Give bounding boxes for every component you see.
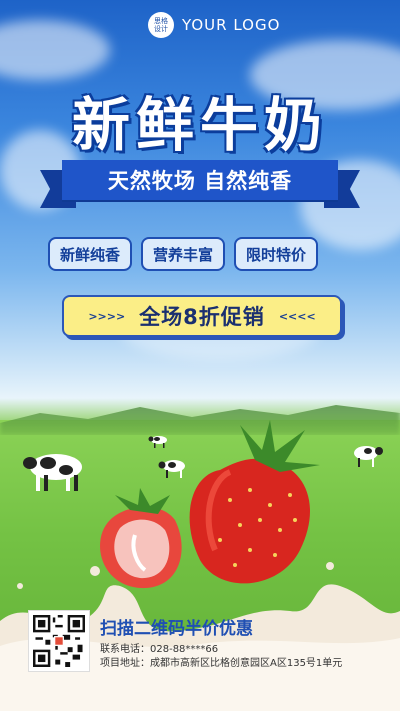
tag-nutrition: 营养丰富 — [141, 237, 226, 271]
promo-arrows-left: >>>> — [88, 309, 126, 323]
ribbon-text: 天然牧场 自然纯香 — [62, 160, 338, 200]
tag-fresh: 新鲜纯香 — [48, 237, 133, 271]
ribbon-banner: 天然牧场 自然纯香 — [40, 160, 360, 208]
contact-address: 项目地址：成都市高新区比格创意园区A区135号1单元 — [100, 658, 343, 669]
page-title: 新鲜牛奶 — [71, 91, 328, 159]
feature-tags: 新鲜纯香 营养丰富 限时特价 — [48, 237, 319, 271]
qr-code[interactable] — [28, 610, 90, 672]
brand-logo: 思格 设计 YOUR LOGO — [148, 12, 280, 38]
contact-info: 扫描二维码半价优惠 联系电话：028-88****66 项目地址：成都市高新区比… — [100, 610, 342, 672]
promo-arrows-right: <<<< — [278, 309, 316, 323]
logo-text: YOUR LOGO — [182, 16, 281, 34]
tag-special-price: 限时特价 — [234, 237, 319, 271]
promo-text: 全场8折促销 — [139, 305, 265, 329]
promo-banner[interactable]: >>>> 全场8折促销 <<<< — [62, 295, 342, 337]
contact-phone: 联系电话：028-88****66 — [100, 644, 219, 655]
qr-code-icon — [33, 615, 85, 667]
logo-badge: 思格 设计 — [148, 12, 174, 38]
poster: 思格 设计 YOUR LOGO 新鲜牛奶 天然牧场 自然纯香 新鲜纯香 营养丰富… — [0, 0, 400, 711]
contact-footer: 扫描二维码半价优惠 联系电话：028-88****66 项目地址：成都市高新区比… — [28, 610, 378, 672]
qr-prompt: 扫描二维码半价优惠 — [100, 619, 253, 639]
cloud — [0, 20, 110, 80]
